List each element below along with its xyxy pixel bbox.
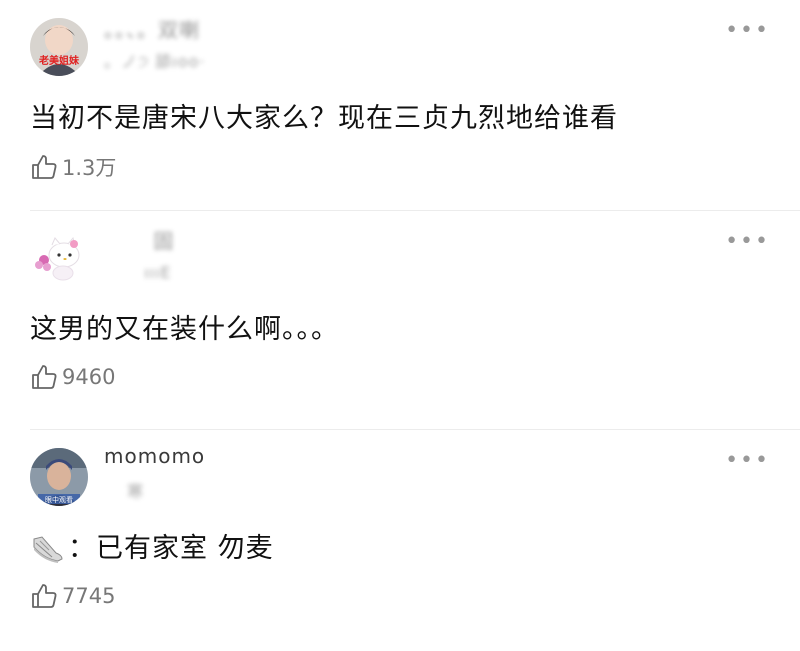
comment-text-content: ：已有家室 勿麦 (68, 533, 274, 564)
like-count: 9460 (62, 365, 116, 389)
like-count: 7745 (62, 584, 116, 608)
comment-text: ：已有家室 勿麦 (30, 526, 274, 565)
username[interactable]: 。。、。双喇 (104, 14, 200, 43)
like-button[interactable]: 9460 (30, 363, 115, 391)
user-subtext: 。ノ੭ 舔ıоо· (104, 52, 206, 71)
avatar[interactable]: 眼中观看 (30, 448, 88, 506)
comment-text: 这男的又在装什么啊。。。 (30, 314, 339, 345)
avatar[interactable] (30, 229, 88, 287)
user-subtext: ıııE (104, 263, 172, 282)
comment-text: 当初不是唐宋八大家么？现在三贞九烈地给谁看 (30, 103, 618, 134)
like-count: 1.3万 (62, 156, 117, 180)
avatar-badge: 眼中观看 (45, 495, 73, 504)
username[interactable]: momomo (104, 444, 205, 468)
comment-item: 眼中观看 momomo 寒 ••• ：已有家室 勿麦 7745 (0, 430, 800, 651)
avatar-badge: 老美姐妹 (38, 54, 80, 67)
more-dots-icon[interactable]: ••• (725, 450, 770, 472)
more-dots-icon[interactable]: ••• (725, 231, 770, 253)
thumbs-up-icon (32, 365, 57, 389)
like-button[interactable]: 1.3万 (30, 152, 116, 182)
avatar[interactable]: 老美姐妹 (30, 18, 88, 76)
thumbs-up-icon (32, 584, 57, 608)
comment-item: 固 ıııE ••• 这男的又在装什么啊。。。 9460 (0, 211, 800, 430)
user-subtext: 寒 (104, 482, 145, 501)
username[interactable]: 固 (104, 225, 174, 254)
thumbs-up-icon (32, 155, 57, 179)
comment-item: 老美姐妹 。。、。双喇 。ノ੭ 舔ıоо· ••• 当初不是唐宋八大家么？现在三… (0, 0, 800, 211)
like-button[interactable]: 7745 (30, 582, 115, 610)
more-dots-icon[interactable]: ••• (725, 20, 770, 42)
sneaker-emoji-icon (33, 536, 63, 563)
